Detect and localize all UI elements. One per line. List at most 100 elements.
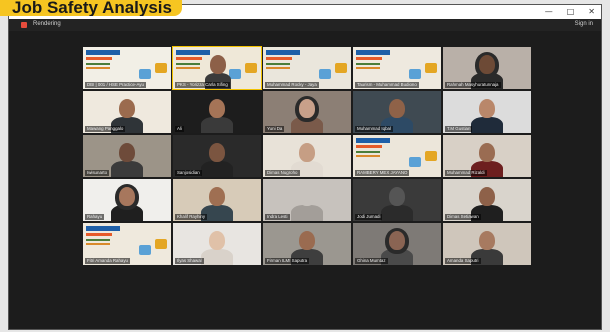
sign-in-link[interactable]: Sign in xyxy=(575,21,593,27)
participant-tile[interactable]: PKS - Yorizza Carla Sifing xyxy=(172,46,262,90)
person-face xyxy=(299,231,315,250)
person-face xyxy=(389,231,405,250)
participant-tile[interactable]: T.M Gustian xyxy=(443,91,531,133)
maximize-button[interactable]: □ xyxy=(567,7,575,16)
poster-line xyxy=(356,151,380,153)
poster-badge xyxy=(139,245,151,255)
poster-badge xyxy=(409,69,421,79)
participant-name: Yuni Da xyxy=(265,126,285,132)
participant-name: Sanjosidian xyxy=(175,170,202,176)
person-face xyxy=(299,143,315,162)
participant-name: Firman ILMI Saputra xyxy=(265,258,310,264)
participant-name: Indra Lesti xyxy=(265,214,290,220)
person-face xyxy=(209,99,225,118)
participant-tile[interactable]: Rahayu xyxy=(83,179,171,221)
app-toolbar: Rendering Sign in xyxy=(9,19,601,31)
participant-tile[interactable]: Ilyas Shawal xyxy=(173,223,261,265)
participant-tile[interactable]: Muhammad Iqbal xyxy=(353,91,441,133)
person-body xyxy=(111,161,143,177)
close-button[interactable]: ✕ xyxy=(588,7,595,16)
participant-name: Ghina Mumtaz xyxy=(355,258,388,264)
person-face xyxy=(479,55,495,74)
participant-tile[interactable]: Yuni Da xyxy=(263,91,351,133)
participant-name: T.M Gustian xyxy=(445,126,473,132)
participant-tile[interactable]: Taurism - Muhammad Budiono xyxy=(353,47,441,89)
poster-title-graphic xyxy=(86,233,112,236)
poster-header xyxy=(356,50,390,55)
person-face xyxy=(299,187,315,206)
participant-tile[interactable]: Sanjosidian xyxy=(173,135,261,177)
poster-badge xyxy=(409,157,421,167)
participant-tile[interactable]: Khalif Rayhiny xyxy=(173,179,261,221)
person-face xyxy=(389,99,405,118)
participant-name: DBI | 001 / HSE Practice-Ayu xyxy=(85,82,146,88)
participant-name: Khalif Rayhiny xyxy=(175,214,208,220)
title-banner: Job Safety Analysis xyxy=(0,0,182,16)
participant-name: Iwisunarto xyxy=(85,170,110,176)
poster-line xyxy=(86,63,110,65)
participant-name: Rahayu xyxy=(85,214,105,220)
participant-tile[interactable]: Dimas Setiawan xyxy=(443,179,531,221)
person-body xyxy=(201,117,233,133)
participant-tile[interactable]: Ghina Mumtaz xyxy=(353,223,441,265)
participant-tile[interactable]: Jodi Jumadi xyxy=(353,179,441,221)
person-body xyxy=(291,205,323,221)
participant-name: Taurism - Muhammad Budiono xyxy=(355,82,419,88)
person-face xyxy=(299,99,315,118)
poster-badge xyxy=(155,239,167,249)
poster-header xyxy=(86,50,120,55)
participant-name: Mawang Panggalo xyxy=(85,126,126,132)
participant-name: Muhammad Rocky - Jaya xyxy=(265,82,319,88)
poster-line xyxy=(356,155,380,157)
participant-tile[interactable]: RAMBERY MEX JAYANO xyxy=(353,135,441,177)
person-face xyxy=(389,187,405,206)
minimize-button[interactable]: — xyxy=(545,7,553,16)
poster-line xyxy=(266,63,290,65)
poster-line xyxy=(356,67,380,69)
poster-line xyxy=(266,67,290,69)
person-face xyxy=(209,187,225,206)
poster-title-graphic xyxy=(176,57,202,60)
participant-tile[interactable]: Ali xyxy=(173,91,261,133)
person-face xyxy=(119,143,135,162)
person-face xyxy=(119,99,135,118)
meeting-window: — □ ✕ Rendering Sign in DBI | 001 / HSE … xyxy=(8,4,602,330)
poster-title-graphic xyxy=(356,145,382,148)
participant-tile[interactable]: Indra Lesti xyxy=(263,179,351,221)
participant-tile[interactable]: Muhammad Rocky - Jaya xyxy=(263,47,351,89)
poster-header xyxy=(86,226,120,231)
poster-line xyxy=(356,63,380,65)
person-face xyxy=(479,231,495,250)
person-face xyxy=(210,55,226,74)
person-body xyxy=(201,161,233,177)
participant-name: Muhammad Rizaldi xyxy=(445,170,487,176)
poster-header xyxy=(356,138,390,143)
poster-badge xyxy=(425,63,437,73)
participant-name: Rahmah Masyhuratunnaja xyxy=(445,82,501,88)
poster-badge xyxy=(155,63,167,73)
participant-tile[interactable]: Amanda Saputri xyxy=(443,223,531,265)
screen-frame: — □ ✕ Rendering Sign in DBI | 001 / HSE … xyxy=(0,0,610,332)
poster-line xyxy=(176,63,200,65)
poster-title-graphic xyxy=(266,57,292,60)
participant-tile[interactable]: Mawang Panggalo xyxy=(83,91,171,133)
participant-tile[interactable]: Dimas Nugroho xyxy=(263,135,351,177)
poster-header xyxy=(176,50,210,55)
participant-name: Amanda Saputri xyxy=(445,258,481,264)
poster-badge xyxy=(319,69,331,79)
app-icon xyxy=(21,22,27,28)
person-face xyxy=(479,143,495,162)
participant-name: Muhammad Iqbal xyxy=(355,126,393,132)
participant-tile[interactable]: DBI | 001 / HSE Practice-Ayu xyxy=(83,47,171,89)
participant-name: Fitri Amanda Rahayu xyxy=(85,258,130,264)
participant-tile[interactable]: Fitri Amanda Rahayu xyxy=(83,223,171,265)
poster-title-graphic xyxy=(356,57,382,60)
participant-tile[interactable]: Rahmah Masyhuratunnaja xyxy=(443,47,531,89)
participant-tile[interactable]: Iwisunarto xyxy=(83,135,171,177)
person-face xyxy=(479,187,495,206)
participant-tile[interactable]: Muhammad Rizaldi xyxy=(443,135,531,177)
participant-name: Dimas Nugroho xyxy=(265,170,300,176)
participant-name: Ilyas Shawal xyxy=(175,258,204,264)
poster-line xyxy=(176,67,200,69)
participant-tile[interactable]: Firman ILMI Saputra xyxy=(263,223,351,265)
